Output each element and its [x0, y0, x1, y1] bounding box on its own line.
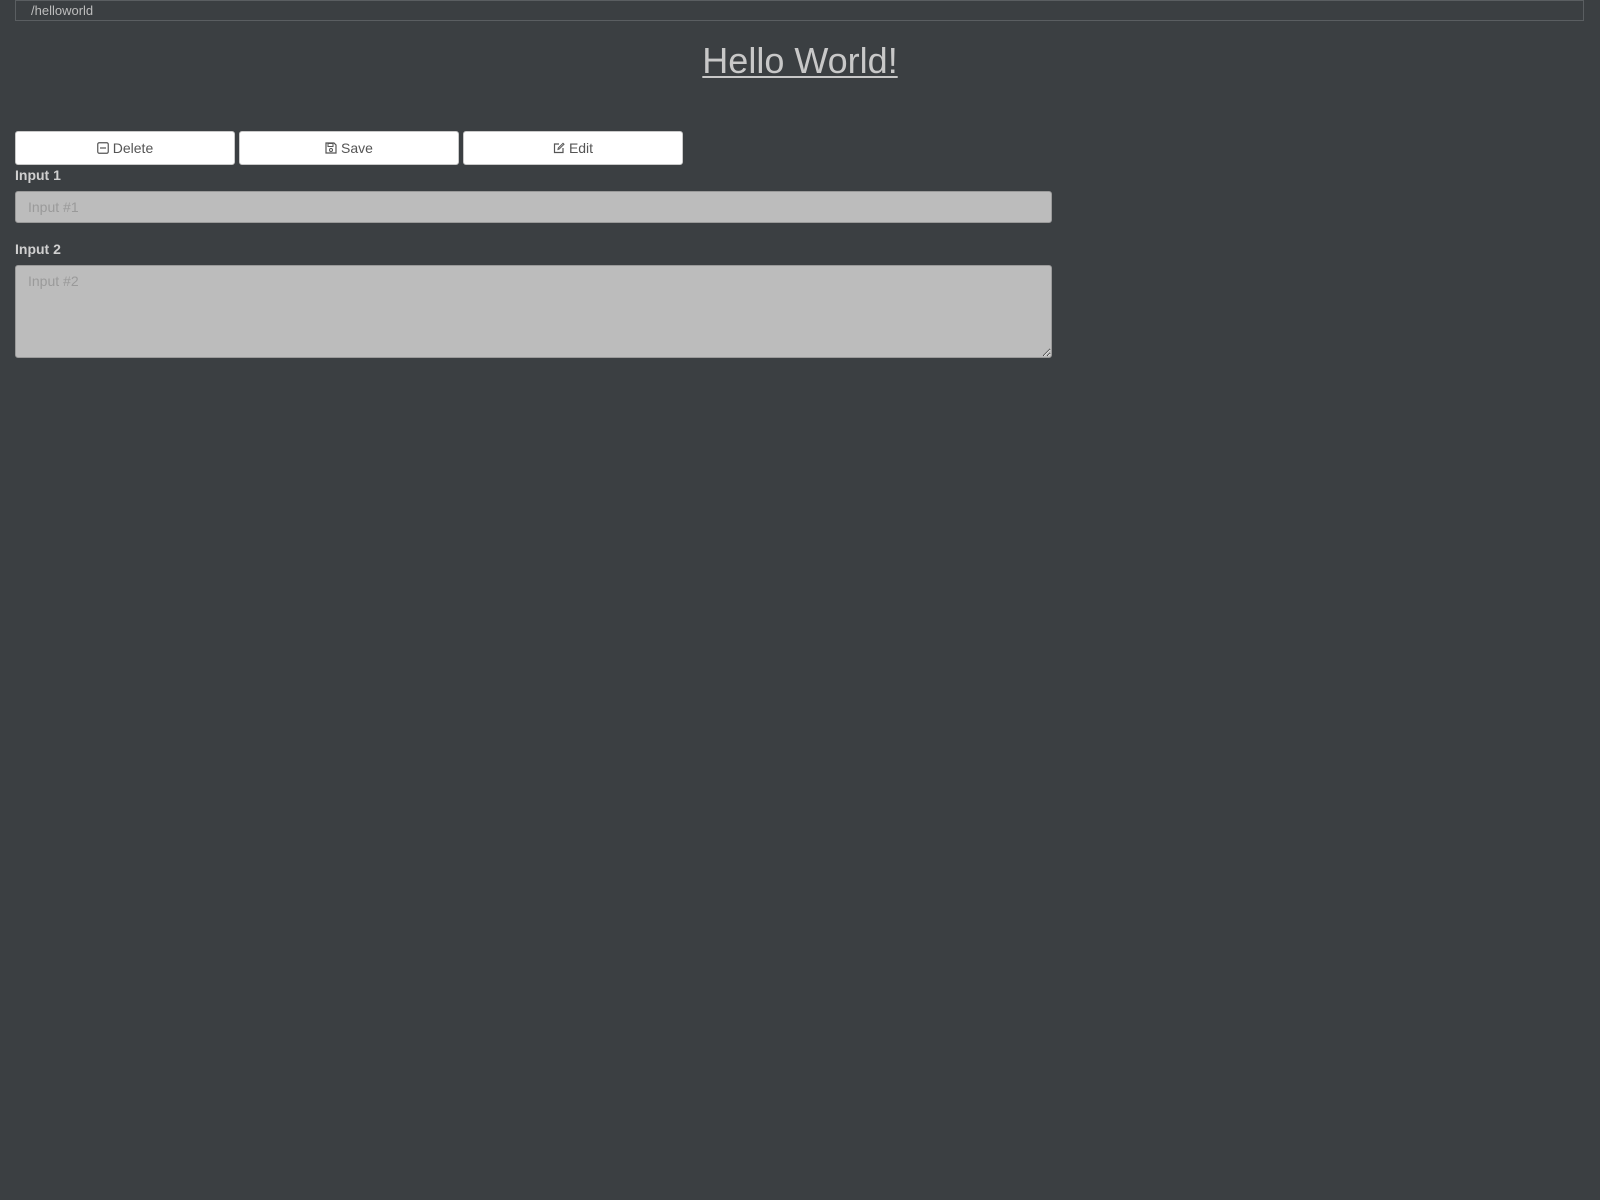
edit-button[interactable]: Edit: [463, 131, 683, 165]
path-bar: /helloworld: [15, 0, 1584, 21]
delete-button-label: Delete: [112, 140, 154, 156]
minus-square-icon: [96, 142, 109, 154]
page-title-link[interactable]: Hello World!: [702, 38, 897, 84]
input-1-label: Input 1: [15, 167, 61, 183]
input-2-label: Input 2: [15, 241, 61, 257]
delete-button[interactable]: Delete: [15, 131, 235, 165]
page: /helloworld Hello World! Delete Save Edi…: [0, 0, 1600, 1200]
floppy-disk-icon: [325, 142, 337, 154]
pencil-square-icon: [553, 142, 565, 154]
title-container: Hello World!: [0, 38, 1600, 84]
input-1-field[interactable]: [15, 191, 1052, 223]
save-button-label: Save: [341, 140, 373, 156]
input-2-textarea[interactable]: [15, 265, 1052, 358]
edit-button-label: Edit: [568, 140, 594, 156]
save-button[interactable]: Save: [239, 131, 459, 165]
path-text: /helloworld: [31, 3, 94, 18]
toolbar: Delete Save Edit: [15, 131, 683, 165]
